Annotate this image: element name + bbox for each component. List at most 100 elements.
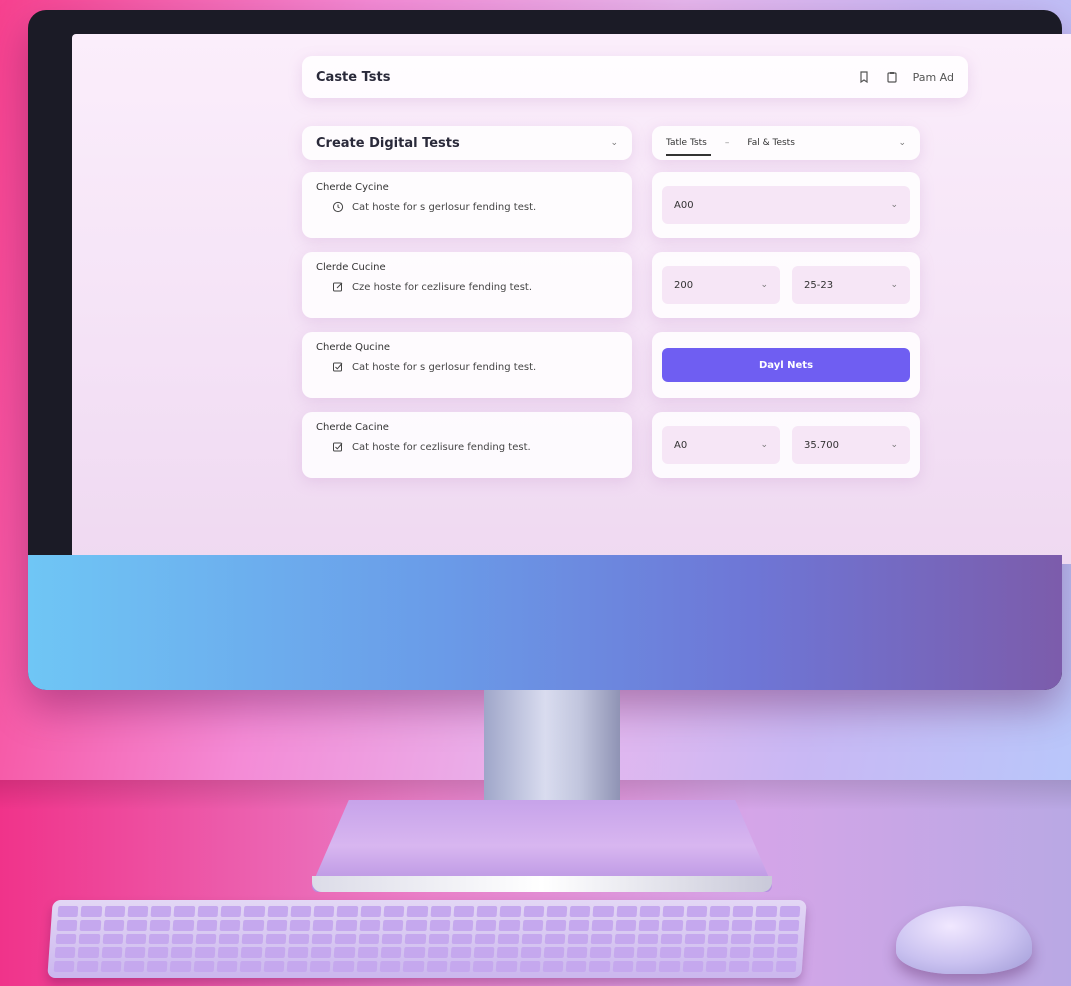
- keyboard-key: [659, 947, 682, 959]
- keyboard-key: [127, 906, 149, 917]
- keyboard-key: [569, 906, 591, 917]
- keyboard-key: [289, 919, 311, 931]
- keyboard-key: [451, 933, 473, 945]
- chevron-down-icon: ⌄: [890, 200, 898, 210]
- page-title: Caste Tsts: [316, 69, 391, 85]
- keyboard-key: [496, 961, 518, 972]
- keyboard-key: [449, 961, 471, 972]
- keyboard-key: [638, 919, 660, 931]
- control-row-2: 200 ⌄ 25-23 ⌄: [652, 252, 920, 318]
- list-item[interactable]: Cherde Cacine Cat hoste for cezlisure fe…: [302, 412, 632, 478]
- keyboard-key: [149, 919, 171, 931]
- keyboard-key: [265, 933, 287, 945]
- keyboard-key: [754, 933, 776, 945]
- keyboard-key: [497, 933, 520, 945]
- keyboard-key: [546, 906, 568, 917]
- keyboard-key: [100, 961, 122, 972]
- keyboard-key: [101, 947, 123, 959]
- keyboard-key: [220, 906, 242, 917]
- chevron-down-icon: ⌄: [760, 280, 768, 290]
- keyboard-key: [660, 933, 682, 945]
- keyboard-key: [752, 961, 774, 972]
- control-row-1: A00 ⌄: [652, 172, 920, 238]
- keyboard-key: [545, 919, 567, 931]
- keyboard-key: [55, 933, 77, 945]
- tab-fal-tests[interactable]: Fal & Tests: [747, 138, 795, 148]
- keyboard-key: [474, 933, 496, 945]
- select-value: A0: [674, 439, 688, 451]
- value-select[interactable]: 200 ⌄: [662, 266, 780, 304]
- keyboard-key: [382, 919, 404, 931]
- chevron-down-icon: ⌄: [890, 440, 898, 450]
- create-tests-dropdown[interactable]: Create Digital Tests ⌄: [302, 126, 632, 160]
- keyboard-key: [102, 933, 124, 945]
- keyboard-key: [241, 933, 263, 945]
- keyboard-key: [267, 906, 289, 917]
- list-item-title: Cherde Qucine: [316, 342, 391, 353]
- keyboard-key: [146, 961, 168, 972]
- primary-action-button[interactable]: Dayl Nets: [662, 348, 910, 382]
- keyboard-key: [358, 933, 380, 945]
- user-label[interactable]: Pam Ad: [913, 71, 954, 84]
- keyboard-key: [776, 947, 798, 959]
- list-item-description: Cat hoste for s gerlosur fending test.: [352, 361, 537, 373]
- keyboard-key: [406, 906, 428, 917]
- keyboard-key: [589, 961, 611, 972]
- keyboard-key: [777, 933, 799, 945]
- keyboard-key: [150, 906, 172, 917]
- list-item[interactable]: Clerde Cucine Cze hoste for cezlisure fe…: [302, 252, 632, 318]
- list-item-title: Cherde Cycine: [316, 182, 389, 193]
- keyboard-key: [612, 961, 634, 972]
- tab-bar: Tatle Tsts – Fal & Tests ⌄: [652, 126, 920, 160]
- keyboard-key: [568, 919, 590, 931]
- keyboard-key: [593, 906, 615, 917]
- clipboard-icon[interactable]: [885, 70, 899, 84]
- value-select[interactable]: A00 ⌄: [662, 186, 910, 224]
- keyboard-key: [290, 906, 312, 917]
- keyboard-key: [476, 906, 498, 917]
- keyboard-key: [732, 906, 754, 917]
- check-edit-icon: [333, 362, 343, 372]
- keyboard-key: [79, 919, 101, 931]
- chevron-down-icon: ⌄: [890, 280, 898, 290]
- list-item[interactable]: Cherde Qucine Cat hoste for s gerlosur f…: [302, 332, 632, 398]
- keyboard-key: [193, 961, 215, 972]
- tab-tatle-tsts[interactable]: Tatle Tsts: [666, 138, 711, 156]
- keyboard-key: [148, 933, 170, 945]
- keyboard-key: [124, 947, 146, 959]
- keyboard-key: [685, 919, 707, 931]
- chevron-down-icon[interactable]: ⌄: [898, 138, 906, 148]
- keyboard-key: [428, 933, 450, 945]
- keyboard-key: [359, 919, 381, 931]
- keyboard-key: [383, 906, 405, 917]
- keyboard-key: [755, 906, 778, 917]
- keyboard-key: [356, 961, 378, 972]
- list-item-description: Cze hoste for cezlisure fending test.: [352, 281, 533, 293]
- keyboard-key: [405, 919, 427, 931]
- select-value: 35.700: [804, 439, 839, 451]
- keyboard-key: [404, 933, 426, 945]
- keyboard-key: [615, 919, 637, 931]
- chevron-down-icon: ⌄: [760, 440, 768, 450]
- keyboard-key: [218, 933, 240, 945]
- list-item[interactable]: Cherde Cycine Cat hoste for s gerlosur f…: [302, 172, 632, 238]
- keyboard-key: [614, 933, 636, 945]
- keyboard-key: [381, 933, 403, 945]
- date-select[interactable]: 25-23 ⌄: [792, 266, 910, 304]
- keyboard-key: [472, 961, 494, 972]
- keyboard-key: [57, 906, 79, 917]
- keyboard-key: [333, 961, 355, 972]
- keyboard-key: [731, 919, 753, 931]
- keyboard-key: [286, 961, 308, 972]
- select-value: 200: [674, 279, 694, 291]
- check-edit-icon: [333, 442, 343, 452]
- bookmark-icon[interactable]: [857, 70, 871, 84]
- dropdown-label: Create Digital Tests: [316, 135, 460, 151]
- value-select[interactable]: A0 ⌄: [662, 426, 780, 464]
- monitor-screen: Caste Tsts Pam Ad Create Digital Tests ⌄…: [72, 34, 1071, 564]
- amount-select[interactable]: 35.700 ⌄: [792, 426, 910, 464]
- keyboard-key: [497, 947, 519, 959]
- keyboard-key: [240, 947, 262, 959]
- keyboard-key: [242, 919, 264, 931]
- keyboard-key: [216, 961, 238, 972]
